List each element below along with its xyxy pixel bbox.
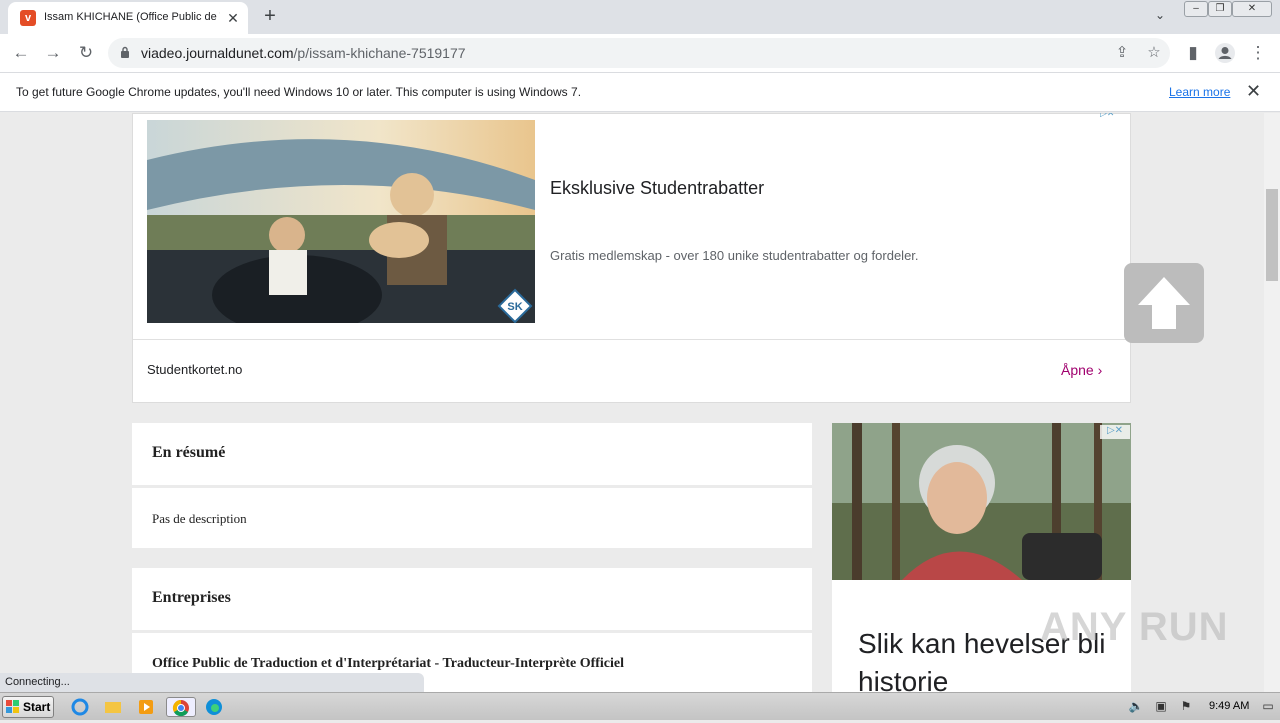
banner-ad[interactable]: ▷✕ SK Eksklusive Studentrabatter Gratis … <box>132 113 1131 403</box>
reload-icon[interactable]: ↻ <box>73 40 99 66</box>
back-icon[interactable]: ← <box>8 40 34 66</box>
companies-heading: Entreprises <box>152 589 231 606</box>
learn-more-link[interactable]: Learn more <box>1169 85 1230 99</box>
status-bubble: Connecting... <box>0 673 424 692</box>
update-infobar: To get future Google Chrome updates, you… <box>0 72 1280 112</box>
new-tab-button[interactable]: + <box>258 5 282 29</box>
profile-avatar-icon[interactable] <box>1212 40 1238 66</box>
summary-header-card: En résumé <box>132 423 812 485</box>
minimize-button[interactable]: – <box>1184 1 1208 17</box>
ad-choices-icon[interactable]: ▷✕ <box>1100 113 1130 120</box>
scroll-to-top-button[interactable] <box>1124 263 1204 343</box>
tab-title: Issam KHICHANE (Office Public de Tr <box>44 11 220 23</box>
anyrun-watermark: ANY RUN <box>1040 605 1229 649</box>
tab-search-chevron-icon[interactable]: ⌄ <box>1150 8 1170 26</box>
side-panel-icon[interactable]: ▮ <box>1180 40 1206 66</box>
chrome-taskbar-icon[interactable] <box>166 697 196 717</box>
ad-photo-convertible[interactable]: SK <box>147 120 535 323</box>
browser-toolbar: ← → ↻ viadeo.journaldunet.com/p/issam-kh… <box>0 34 1280 72</box>
ad-choices-icon-2[interactable]: ▷✕ <box>1100 425 1130 439</box>
ad-domain[interactable]: Studentkortet.no <box>147 362 242 377</box>
arrow-up-icon <box>1138 277 1190 329</box>
ad-open-button[interactable]: Åpne › <box>1061 362 1102 378</box>
scrollbar-thumb[interactable] <box>1266 189 1278 281</box>
site-favicon-icon: v <box>20 10 36 26</box>
ad-photo-woman-hiking[interactable] <box>832 423 1131 580</box>
volume-icon[interactable]: 🔈 <box>1128 699 1144 715</box>
page-scrollbar[interactable] <box>1264 113 1280 692</box>
infobar-message: To get future Google Chrome updates, you… <box>16 85 582 99</box>
start-button[interactable]: Start <box>2 696 54 718</box>
tab-close-icon[interactable]: ✕ <box>224 9 242 27</box>
infobar-close-icon[interactable]: ✕ <box>1246 81 1261 102</box>
network-icon[interactable]: ▣ <box>1153 699 1169 715</box>
windows-taskbar: Start 🔈 ▣ ⚑ 9:49 AM ▭ <box>0 692 1280 720</box>
companies-header-card: Entreprises <box>132 568 812 630</box>
svg-text:SK: SK <box>507 301 522 313</box>
close-window-button[interactable]: ✕ <box>1232 1 1272 17</box>
ie-icon[interactable] <box>70 697 92 717</box>
share-icon[interactable]: ⇪ <box>1112 43 1132 63</box>
url-text: viadeo.journaldunet.com/p/issam-khichane… <box>141 45 466 61</box>
company-name[interactable]: Office Public de Traduction et d'Interpr… <box>152 656 624 672</box>
browser-tab[interactable]: v Issam KHICHANE (Office Public de Tr ✕ <box>8 2 248 34</box>
summary-text: Pas de description <box>152 511 247 526</box>
address-bar[interactable]: viadeo.journaldunet.com/p/issam-khichane… <box>108 38 1170 68</box>
bookmark-star-icon[interactable]: ☆ <box>1144 43 1164 63</box>
summary-heading: En résumé <box>152 444 226 461</box>
ad-headline[interactable]: Eksklusive Studentrabatter <box>550 178 764 199</box>
ad-description: Gratis medlemskap - over 180 unike stude… <box>550 248 919 263</box>
taskbar-clock[interactable]: 9:49 AM <box>1209 700 1249 712</box>
restore-button[interactable]: ❐ <box>1208 1 1232 17</box>
edge-icon[interactable] <box>204 697 226 717</box>
chrome-menu-icon[interactable]: ⋮ <box>1245 40 1271 66</box>
explorer-folder-icon[interactable] <box>103 697 125 717</box>
action-center-flag-icon[interactable]: ⚑ <box>1178 699 1194 715</box>
tab-strip: v Issam KHICHANE (Office Public de Tr ✕ … <box>0 0 1280 34</box>
summary-body-card: Pas de description <box>132 488 812 548</box>
show-desktop-icon[interactable]: ▭ <box>1260 699 1276 715</box>
lock-icon <box>121 46 129 58</box>
ad-divider <box>133 339 1130 340</box>
chevron-right-icon: › <box>1097 362 1103 378</box>
media-player-icon[interactable] <box>136 697 158 717</box>
forward-icon[interactable]: → <box>40 40 66 66</box>
windows-logo-icon <box>6 700 19 713</box>
sidebar-ad[interactable]: ▷✕ Slik kan hevelser bli historie <box>832 423 1131 692</box>
